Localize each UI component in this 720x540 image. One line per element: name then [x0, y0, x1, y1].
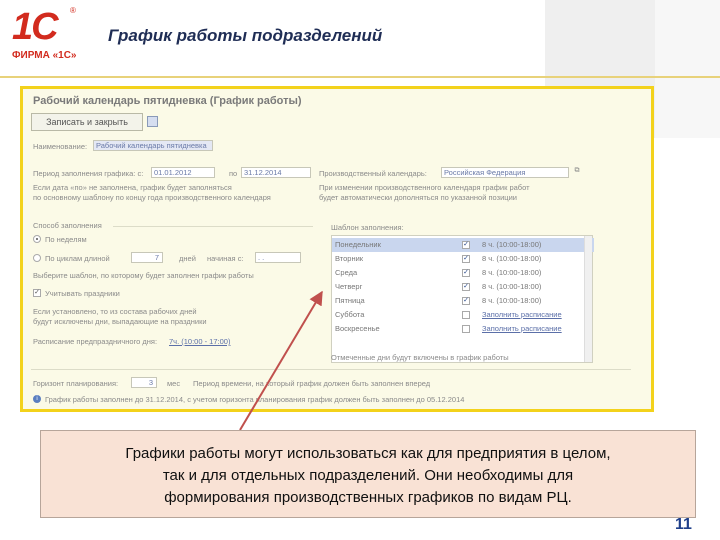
- status-text: График работы заполнен до 31.12.2014, с …: [45, 395, 465, 404]
- template-day-checkbox[interactable]: [462, 325, 470, 333]
- callout-box: Графики работы могут использоваться как …: [40, 430, 696, 518]
- choose-template-hint: Выберите шаблон, по которому будет запол…: [33, 271, 254, 280]
- name-label: Наименование:: [33, 142, 88, 151]
- template-day-schedule: 8 ч. (10:00-18:00): [482, 282, 542, 291]
- template-day-label: Среда: [335, 268, 358, 277]
- template-row[interactable]: Четверг ✓ 8 ч. (10:00-18:00): [332, 280, 594, 294]
- fill-schedule-link[interactable]: Заполнить расписание: [482, 310, 562, 319]
- template-day-label: Понедельник: [335, 240, 381, 249]
- template-title: Шаблон заполнения:: [331, 223, 404, 232]
- template-day-checkbox[interactable]: ✓: [462, 255, 470, 263]
- prod-hint-1: При изменении производственного календар…: [319, 183, 530, 192]
- brand-mark: 1С: [12, 6, 59, 48]
- by-weeks-label: По неделям: [45, 235, 87, 244]
- horizon-field[interactable]: 3: [131, 377, 157, 388]
- template-day-checkbox[interactable]: ✓: [462, 297, 470, 305]
- horizon-unit: мес: [167, 379, 181, 388]
- template-table: Понедельник ✓ 8 ч. (10:00-18:00) Вторник ✓ 8 …: [331, 235, 594, 363]
- save-disk-icon[interactable]: [147, 116, 158, 127]
- template-row[interactable]: Суббота Заполнить расписание: [332, 308, 594, 322]
- template-day-checkbox[interactable]: [462, 311, 470, 319]
- days-label: дней: [179, 254, 196, 263]
- template-day-schedule: 8 ч. (10:00-18:00): [482, 268, 542, 277]
- template-day-checkbox[interactable]: ✓: [462, 269, 470, 277]
- holidays-hint-2: будут исключены дни, выпадающие на празд…: [33, 317, 207, 326]
- template-day-label: Воскресенье: [335, 324, 380, 333]
- bottom-divider: [31, 369, 631, 370]
- name-field[interactable]: Рабочий календарь пятидневка: [93, 140, 213, 151]
- template-row[interactable]: Понедельник ✓ 8 ч. (10:00-18:00): [332, 238, 594, 252]
- template-row[interactable]: Вторник ✓ 8 ч. (10:00-18:00): [332, 252, 594, 266]
- template-day-schedule: 8 ч. (10:00-18:00): [482, 254, 542, 263]
- start-date-field[interactable]: . .: [255, 252, 301, 263]
- save-and-close-button[interactable]: Записать и закрыть: [31, 113, 143, 131]
- template-day-schedule: 8 ч. (10:00-18:00): [482, 240, 542, 249]
- by-weeks-radio[interactable]: [33, 235, 41, 243]
- template-day-checkbox[interactable]: ✓: [462, 241, 470, 249]
- template-day-checkbox[interactable]: ✓: [462, 283, 470, 291]
- fill-method-title: Способ заполнения: [33, 221, 102, 230]
- period-hint-2: по основному шаблону по концу года произ…: [33, 193, 271, 202]
- template-day-schedule: 8 ч. (10:00-18:00): [482, 296, 542, 305]
- prod-calendar-label: Производственный календарь:: [319, 169, 427, 178]
- info-icon: i: [33, 395, 41, 403]
- holidays-hint-1: Если установлено, то из состава рабочих …: [33, 307, 197, 316]
- period-to-label: по: [229, 169, 238, 178]
- fill-method-divider: [113, 226, 313, 227]
- template-day-label: Четверг: [335, 282, 363, 291]
- fill-schedule-link[interactable]: Заполнить расписание: [482, 324, 562, 333]
- header-divider: [0, 76, 720, 78]
- preholiday-label: Расписание предпраздничного дня:: [33, 337, 158, 346]
- brand-name: ФИРМА «1С»: [12, 50, 77, 61]
- callout-line-3: формирования производственных графиков п…: [164, 489, 572, 506]
- by-cycle-radio[interactable]: [33, 254, 41, 262]
- prod-hint-2: будет автоматически дополняться по указа…: [319, 193, 517, 202]
- period-from-field[interactable]: 01.01.2012: [151, 167, 215, 178]
- form-window: Рабочий календарь пятидневка (График раб…: [20, 86, 654, 412]
- template-day-label: Вторник: [335, 254, 364, 263]
- horizon-label: Горизонт планирования:: [33, 379, 119, 388]
- prod-calendar-field[interactable]: Российская Федерация: [441, 167, 569, 178]
- template-row[interactable]: Среда ✓ 8 ч. (10:00-18:00): [332, 266, 594, 280]
- template-day-label: Суббота: [335, 310, 365, 319]
- by-cycle-label: По циклам длиной: [45, 254, 110, 263]
- page-number: 11: [675, 516, 692, 533]
- preholiday-link[interactable]: 7ч. (10:00 - 17:00): [169, 337, 230, 346]
- template-row[interactable]: Пятница ✓ 8 ч. (10:00-18:00): [332, 294, 594, 308]
- brand-logo: 1С ® ФИРМА «1С»: [8, 4, 86, 66]
- template-hint: Отмеченные дни будут включены в график р…: [331, 353, 509, 362]
- template-row[interactable]: Воскресенье Заполнить расписание: [332, 322, 594, 336]
- template-day-label: Пятница: [335, 296, 365, 305]
- callout-line-1: Графики работы могут использоваться как …: [125, 445, 611, 462]
- period-from-label: Период заполнения графика: с:: [33, 169, 144, 178]
- start-label: начиная с:: [207, 254, 244, 263]
- callout-line-2: так и для отдельных подразделений. Они н…: [162, 467, 574, 484]
- open-calendar-icon[interactable]: ⧉: [573, 167, 581, 176]
- holidays-checkbox[interactable]: ✓: [33, 289, 41, 297]
- template-scrollbar[interactable]: [584, 236, 592, 362]
- cycle-length-field[interactable]: 7: [131, 252, 163, 263]
- decorative-strip-light: [655, 0, 720, 138]
- period-to-field[interactable]: 31.12.2014: [241, 167, 311, 178]
- horizon-hint: Период времени, на который график должен…: [193, 379, 431, 388]
- slide-title: График работы подразделений: [108, 26, 383, 45]
- registered-icon: ®: [70, 6, 76, 15]
- period-hint-1: Если дата «по» не заполнена, график буде…: [33, 183, 232, 192]
- form-title: Рабочий календарь пятидневка (График раб…: [33, 95, 302, 107]
- holidays-label: Учитывать праздники: [45, 289, 120, 298]
